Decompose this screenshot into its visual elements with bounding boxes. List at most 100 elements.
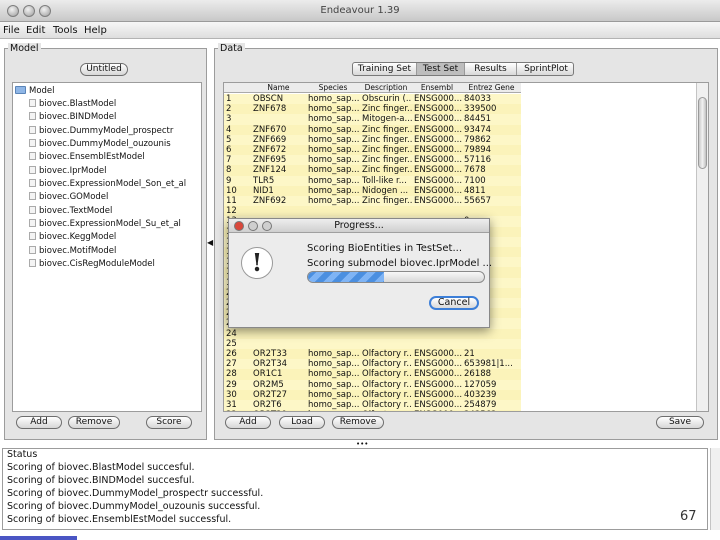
- splitter-arrow-icon[interactable]: ◀: [207, 238, 213, 247]
- table-row[interactable]: 26 OR2T33 homo_sap... Olfactory r... ENSG000…: [224, 349, 521, 360]
- column-header-name[interactable]: Name: [251, 83, 306, 93]
- table-row[interactable]: 11 ZNF692 homo_sap... Zinc finger... ENSG000…: [224, 196, 521, 207]
- column-header-entrez-gene[interactable]: Entrez Gene: [462, 83, 521, 93]
- table-cell: homo_sap...: [308, 389, 360, 400]
- column-header-ensembl[interactable]: Ensembl: [412, 83, 462, 93]
- table-cell: 31: [226, 400, 237, 410]
- table-row[interactable]: 4 ZNF670 homo_sap... Zinc finger... ENSG000.…: [224, 124, 521, 135]
- table-cell: 7: [226, 155, 232, 166]
- table-row[interactable]: 3 homo_sap... Mitogen-a... ENSG000... 84451: [224, 114, 521, 125]
- tree-root[interactable]: Model: [15, 85, 55, 97]
- model-remove-button[interactable]: Remove: [68, 416, 120, 429]
- table-cell: 26188: [464, 369, 492, 380]
- table-cell: OR2T33: [253, 349, 288, 359]
- file-icon: [29, 166, 36, 174]
- tree-item[interactable]: biovec.IprModel: [29, 165, 107, 177]
- table-row[interactable]: 29 OR2M5 homo_sap... Olfactory r... ENSG000.…: [224, 379, 521, 390]
- data-load-button[interactable]: Load: [279, 416, 325, 429]
- table-row[interactable]: 7 ZNF695 homo_sap... Zinc finger... ENSG000.…: [224, 155, 521, 166]
- tree-item[interactable]: biovec.DummyModel_ouzounis: [29, 138, 171, 150]
- splitter-handle-icon[interactable]: •••: [356, 440, 368, 448]
- tree-item[interactable]: biovec.EnsemblEstModel: [29, 151, 145, 163]
- table-cell: homo_sap...: [308, 145, 360, 155]
- table-scrollbar[interactable]: [696, 83, 708, 411]
- table-cell: 10: [226, 185, 237, 196]
- tree-item[interactable]: biovec.DummyModel_prospectr: [29, 125, 173, 137]
- menu-help[interactable]: Help: [84, 25, 107, 36]
- table-row[interactable]: 27 OR2T34 homo_sap... Olfactory r... ENSG000…: [224, 359, 521, 370]
- data-remove-button[interactable]: Remove: [332, 416, 384, 429]
- table-row[interactable]: 8 ZNF124 homo_sap... Zinc finger... ENSG000.…: [224, 165, 521, 176]
- table-row[interactable]: 28 OR1C1 homo_sap... Olfactory r... ENSG000.…: [224, 369, 521, 380]
- table-cell: 5: [226, 134, 232, 145]
- file-icon: [29, 179, 36, 187]
- table-cell: homo_sap...: [308, 185, 360, 196]
- tab-training-set[interactable]: Training Set: [353, 63, 417, 75]
- table-cell: homo_sap...: [308, 196, 360, 206]
- table-cell: ENSG000...: [414, 379, 462, 390]
- status-line: Scoring of biovec.BINDModel succesful.: [7, 475, 195, 486]
- untitled-button[interactable]: Untitled: [80, 63, 128, 76]
- table-cell: ENSG000...: [414, 124, 462, 135]
- table-cell: homo_sap...: [308, 410, 360, 411]
- table-cell: ENSG000...: [414, 410, 462, 411]
- status-line: Scoring of biovec.DummyModel_ouzounis su…: [7, 501, 261, 512]
- table-cell: ZNF692: [253, 196, 287, 206]
- table-scrollbar-thumb[interactable]: [698, 97, 707, 169]
- table-cell: ZNF678: [253, 104, 287, 115]
- table-cell: OR2T6: [253, 400, 282, 410]
- column-header-species[interactable]: Species: [306, 83, 360, 93]
- tree-item[interactable]: biovec.BINDModel: [29, 111, 116, 123]
- data-save-button[interactable]: Save: [656, 416, 704, 429]
- table-row[interactable]: 1 OBSCN homo_sap... Obscurin (... ENSG000...…: [224, 94, 521, 105]
- column-header-index[interactable]: [224, 83, 251, 93]
- table-cell: homo_sap...: [308, 134, 360, 145]
- table-cell: Olfactory r...: [362, 349, 412, 359]
- table-cell: 29: [226, 379, 237, 390]
- tree-item[interactable]: biovec.KeggModel: [29, 231, 116, 243]
- table-row[interactable]: 5 ZNF669 homo_sap... Zinc finger... ENSG000.…: [224, 134, 521, 145]
- table-row[interactable]: 6 ZNF672 homo_sap... Zinc finger... ENSG000.…: [224, 145, 521, 156]
- table-row[interactable]: 31 OR2T6 homo_sap... Olfactory r... ENSG000.…: [224, 400, 521, 411]
- data-add-button[interactable]: Add: [225, 416, 271, 429]
- table-cell: homo_sap...: [308, 379, 360, 390]
- table-cell: ENSG000...: [414, 349, 462, 359]
- menu-file[interactable]: File: [3, 25, 20, 36]
- menu-tools[interactable]: Tools: [53, 25, 78, 36]
- table-cell: Zinc finger...: [362, 196, 412, 206]
- table-row[interactable]: 2 ZNF678 homo_sap... Zinc finger... ENSG000.…: [224, 104, 521, 115]
- tree-item[interactable]: biovec.ExpressionModel_Su_et_al: [29, 218, 181, 230]
- table-row[interactable]: 10 NID1 homo_sap... Nidogen ... ENSG000... 48…: [224, 185, 521, 196]
- file-icon: [29, 152, 36, 160]
- cancel-button[interactable]: Cancel: [429, 296, 479, 310]
- menu-edit[interactable]: Edit: [26, 25, 45, 36]
- table-cell: Olfactory r...: [362, 389, 412, 400]
- table-row[interactable]: 24: [224, 328, 521, 339]
- table-cell: 254879: [464, 400, 497, 410]
- table-cell: OR1C1: [253, 369, 283, 380]
- table-cell: ENSG000...: [414, 134, 462, 145]
- tab-test-set[interactable]: Test Set: [417, 63, 465, 75]
- table-row[interactable]: 32OR2T29homo_sap...Olfactory r...ENSG000…: [224, 410, 521, 411]
- table-row[interactable]: 9 TLR5 homo_sap... Toll-like r... ENSG000...…: [224, 175, 521, 186]
- table-row[interactable]: 12: [224, 206, 521, 217]
- tree-item[interactable]: biovec.GOModel: [29, 191, 108, 203]
- status-line: Scoring of biovec.EnsemblEstModel succes…: [7, 514, 232, 525]
- tree-item[interactable]: biovec.CisRegModuleModel: [29, 258, 155, 270]
- tree-item[interactable]: biovec.BlastModel: [29, 98, 116, 110]
- table-cell: 4: [226, 124, 232, 135]
- table-row[interactable]: 25: [224, 338, 521, 349]
- column-header-description[interactable]: Description: [360, 83, 412, 93]
- tree-item[interactable]: biovec.ExpressionModel_Son_et_al: [29, 178, 186, 190]
- menu-bar: File Edit Tools Help: [0, 22, 720, 39]
- tree-item[interactable]: biovec.TextModel: [29, 205, 112, 217]
- tree-item[interactable]: biovec.MotifModel: [29, 245, 116, 257]
- table-cell: homo_sap...: [308, 155, 360, 166]
- model-score-button[interactable]: Score: [146, 416, 192, 429]
- tab-results[interactable]: Results: [465, 63, 517, 75]
- model-add-button[interactable]: Add: [16, 416, 62, 429]
- table-row[interactable]: 30 OR2T27 homo_sap... Olfactory r... ENSG000…: [224, 389, 521, 400]
- status-scrollbar[interactable]: [710, 448, 720, 530]
- tab-sprintplot[interactable]: SprintPlot: [517, 63, 573, 75]
- table-cell: ENSG000...: [414, 145, 462, 155]
